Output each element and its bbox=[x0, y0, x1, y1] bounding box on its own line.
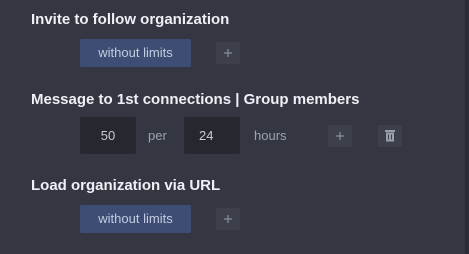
plus-icon bbox=[336, 132, 344, 140]
plus-icon bbox=[224, 215, 232, 223]
hours-label: hours bbox=[254, 128, 287, 143]
load-limit-pill[interactable]: without limits bbox=[80, 205, 191, 233]
invite-section-title: Invite to follow organization bbox=[31, 11, 230, 28]
message-count-input[interactable]: 50 bbox=[80, 117, 136, 154]
message-section-title: Message to 1st connections | Group membe… bbox=[31, 91, 360, 108]
load-section-title: Load organization via URL bbox=[31, 177, 221, 194]
message-delete-button[interactable] bbox=[378, 125, 402, 147]
trash-icon bbox=[385, 130, 395, 142]
invite-add-button[interactable] bbox=[216, 42, 240, 64]
panel-edge bbox=[465, 0, 469, 254]
message-period-input[interactable]: 24 bbox=[184, 117, 240, 154]
message-add-button[interactable] bbox=[328, 125, 352, 147]
invite-limit-pill[interactable]: without limits bbox=[80, 39, 191, 67]
plus-icon bbox=[224, 49, 232, 57]
per-label: per bbox=[148, 128, 167, 143]
load-add-button[interactable] bbox=[216, 208, 240, 230]
